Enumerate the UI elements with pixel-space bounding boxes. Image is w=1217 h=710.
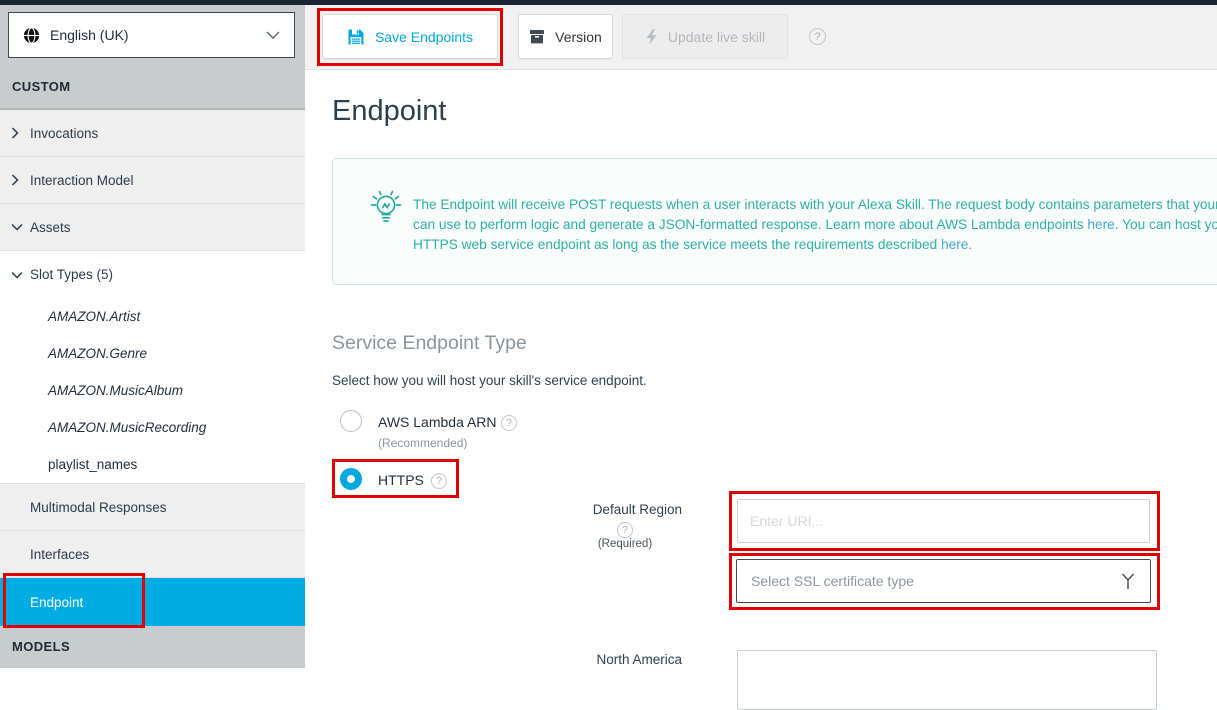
sidebar-item-interfaces[interactable]: Interfaces	[0, 531, 305, 578]
uri-input[interactable]	[737, 499, 1150, 543]
chevron-down-icon	[11, 223, 23, 231]
aws-lambda-help-icon[interactable]: ?	[501, 415, 517, 431]
slot-types-section: Slot Types (5) AMAZON.Artist AMAZON.Genr…	[0, 251, 305, 484]
service-endpoint-type-title: Service Endpoint Type	[332, 332, 527, 355]
info-text-part: .	[968, 237, 972, 252]
slot-type-amazon-artist[interactable]: AMAZON.Artist	[0, 298, 305, 335]
page-title: Endpoint	[332, 95, 447, 128]
ssl-select-wrap: Select SSL certificate type	[729, 553, 1160, 610]
sidebar-item-invocations[interactable]: Invocations	[0, 110, 305, 157]
chevron-right-icon	[11, 174, 19, 186]
required-label: (Required)	[590, 538, 660, 550]
version-box-icon	[529, 29, 545, 44]
chevron-right-icon	[11, 127, 19, 139]
chevron-down-icon	[11, 271, 23, 279]
sidebar-item-label: Endpoint	[30, 595, 83, 610]
chevron-down-icon	[266, 31, 280, 39]
sidebar-item-label: Assets	[30, 220, 71, 235]
aws-lambda-arn-radio[interactable]	[340, 410, 362, 432]
info-text: The Endpoint will receive POST requests …	[413, 195, 1217, 255]
ssl-select-placeholder: Select SSL certificate type	[751, 573, 1120, 589]
save-endpoints-label: Save Endpoints	[375, 29, 473, 45]
sidebar-item-label: Interfaces	[30, 547, 89, 562]
language-label: English (UK)	[50, 27, 266, 43]
lightning-icon	[645, 29, 658, 45]
update-live-skill-label: Update live skill	[668, 29, 765, 45]
north-america-label: North America	[592, 652, 682, 667]
https-radio[interactable]	[340, 468, 362, 490]
https-label: HTTPS	[378, 472, 424, 488]
sidebar-item-label: Slot Types (5)	[30, 267, 113, 282]
language-selector-wrap: English (UK)	[0, 5, 305, 65]
sidebar-item-slot-types[interactable]: Slot Types (5)	[0, 251, 305, 298]
default-region-help-icon[interactable]: ?	[617, 522, 633, 538]
sidebar-item-label: Invocations	[30, 126, 98, 141]
lightbulb-icon	[366, 189, 406, 233]
save-endpoints-button[interactable]: Save Endpoints	[322, 14, 498, 59]
sidebar-item-label: Interaction Model	[30, 173, 134, 188]
update-live-skill-button[interactable]: Update live skill	[622, 14, 788, 59]
main-content: Endpoint The Endpoint will receive POST …	[305, 70, 1217, 668]
version-label: Version	[555, 29, 602, 45]
select-arrow-icon	[1120, 571, 1136, 591]
recommended-label: (Recommended)	[378, 436, 467, 450]
toolbar: Save Endpoints Version Update live skill…	[305, 5, 1217, 70]
aws-lambda-arn-label: AWS Lambda ARN	[378, 414, 497, 430]
sidebar-item-endpoint[interactable]: Endpoint	[0, 578, 305, 626]
requirements-here-link[interactable]: here	[941, 237, 968, 252]
uri-input-wrap	[729, 491, 1160, 551]
save-icon	[347, 28, 365, 46]
slot-type-playlist-names[interactable]: playlist_names	[0, 446, 305, 483]
ssl-certificate-select[interactable]: Select SSL certificate type	[736, 559, 1151, 603]
sidebar-section-custom: CUSTOM	[0, 65, 305, 110]
sidebar: English (UK) CUSTOM Invocations Interact…	[0, 5, 305, 668]
sidebar-item-multimodal-responses[interactable]: Multimodal Responses	[0, 484, 305, 531]
https-help-icon[interactable]: ?	[431, 473, 447, 489]
default-region-label: Default Region	[592, 502, 682, 517]
info-banner: The Endpoint will receive POST requests …	[332, 158, 1217, 285]
north-america-input[interactable]	[737, 650, 1157, 710]
sidebar-item-interaction-model[interactable]: Interaction Model	[0, 157, 305, 204]
slot-type-amazon-musicalbum[interactable]: AMAZON.MusicAlbum	[0, 372, 305, 409]
toolbar-help-icon[interactable]: ?	[809, 28, 826, 45]
version-button[interactable]: Version	[518, 14, 613, 59]
slot-type-amazon-genre[interactable]: AMAZON.Genre	[0, 335, 305, 372]
sidebar-item-assets[interactable]: Assets	[0, 204, 305, 251]
sidebar-section-models: MODELS	[0, 626, 305, 667]
sidebar-item-label: Multimodal Responses	[30, 500, 167, 515]
service-endpoint-type-subtitle: Select how you will host your skill's se…	[332, 373, 647, 388]
globe-icon	[23, 27, 40, 44]
lambda-endpoints-here-link[interactable]: here	[1087, 217, 1114, 232]
slot-type-amazon-musicrecording[interactable]: AMAZON.MusicRecording	[0, 409, 305, 446]
language-selector[interactable]: English (UK)	[8, 12, 295, 58]
